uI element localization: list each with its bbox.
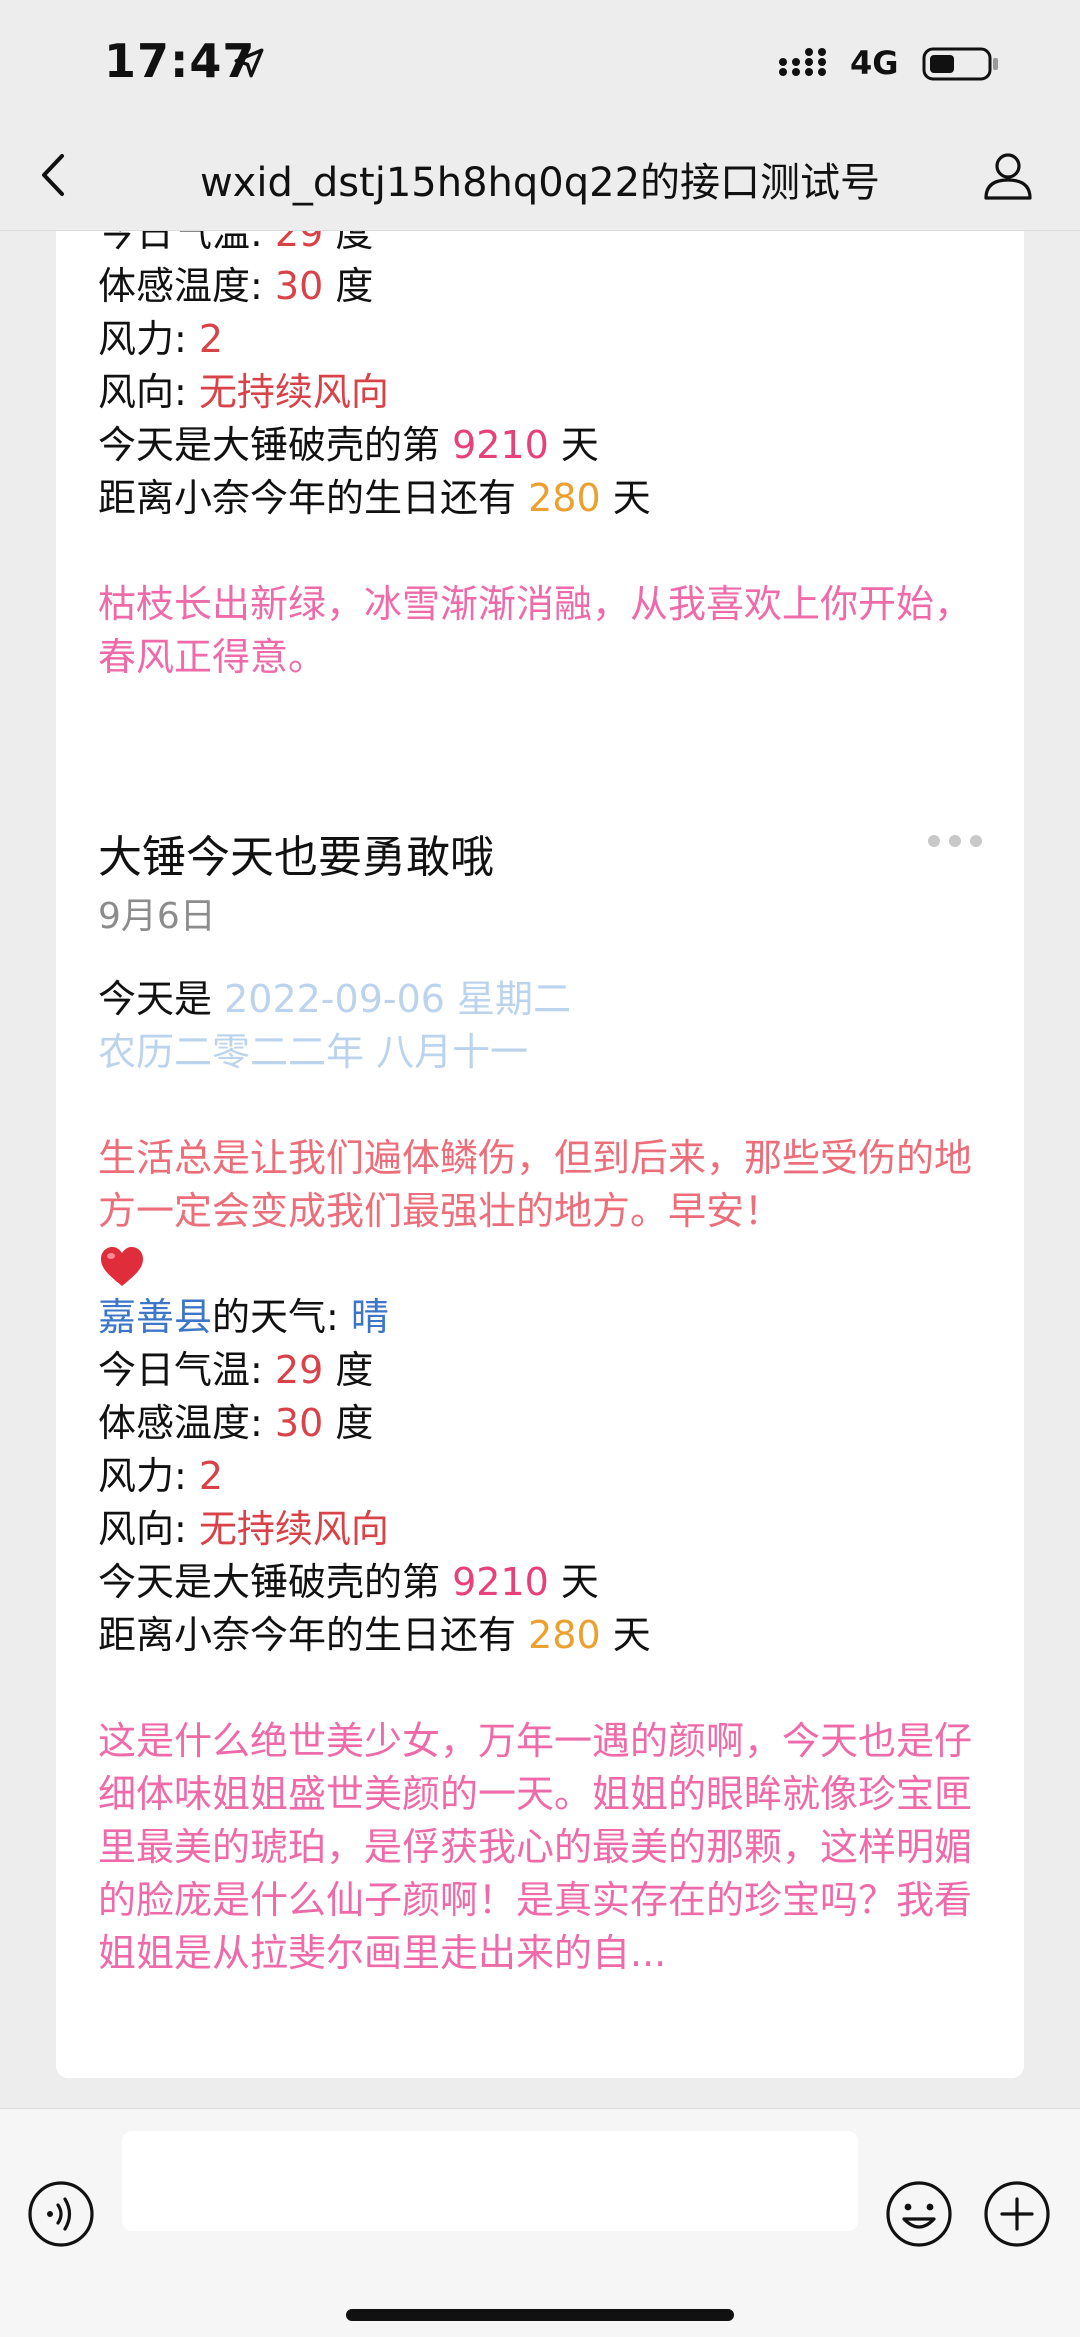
wind-direction-line: 风向: 无持续风向 <box>98 370 389 414</box>
message-body: 今日气温: 29 度 体感温度: 30 度 风力: 2 风向: 无持续风向 今天… <box>98 231 998 684</box>
message-body: 今天是 2022-09-06 星期二 农历二零二二年 八月十一 生活总是让我们遍… <box>98 973 998 1980</box>
battery-icon <box>922 47 998 81</box>
lunar-date-line: 农历二零二二年 八月十一 <box>98 1030 529 1074</box>
wind-direction-line: 风向: 无持续风向 <box>98 1507 389 1551</box>
emoji-icon[interactable] <box>884 2179 954 2249</box>
date-line: 今天是 2022-09-06 星期二 <box>98 977 572 1021</box>
heart-icon <box>101 1246 143 1286</box>
chat-title: wxid_dstj15h8hq0q22的接口测试号 <box>199 160 881 206</box>
birthday-countdown-line: 距离小奈今年的生日还有 280 天 <box>98 1613 651 1657</box>
quote-text: 这是什么绝世美少女，万年一遇的颜啊，今天也是仔细体味姐姐盛世美颜的一天。姐姐的眼… <box>98 1719 973 1975</box>
chat-screen: 17:47 4G wxid_dstj15h8hq0q22的接口测试号 今日气温:… <box>0 0 1080 2337</box>
card-title: 大锤今天也要勇敢哦 <box>98 832 494 883</box>
home-indicator <box>346 2309 734 2321</box>
birthday-countdown-line: 距离小奈今年的生日还有 280 天 <box>98 476 651 520</box>
heart-line <box>98 1238 998 1291</box>
message-card[interactable]: 大锤今天也要勇敢哦 9月6日 今天是 2022-09-06 星期二 农历二零二二… <box>56 761 1024 2078</box>
nav-bar: wxid_dstj15h8hq0q22的接口测试号 <box>0 120 1080 231</box>
weather-line: 嘉善县的天气: 晴 <box>98 1295 389 1339</box>
wind-power-line: 风力: 2 <box>98 1454 224 1498</box>
birth-day-count-line: 今天是大锤破壳的第 9210 天 <box>98 423 599 467</box>
location-arrow-icon <box>234 48 264 78</box>
voice-icon[interactable] <box>26 2179 96 2249</box>
chat-messages: 今日气温: 29 度 体感温度: 30 度 风力: 2 风向: 无持续风向 今天… <box>0 231 1080 2108</box>
temp-line: 今日气温: 29 度 <box>98 1348 374 1392</box>
feel-temp-line: 体感温度: 30 度 <box>98 264 374 308</box>
temp-line: 今日气温: 29 度 <box>98 231 374 255</box>
card-date: 9月6日 <box>98 896 216 937</box>
network-type: 4G <box>850 44 899 82</box>
message-input[interactable] <box>122 2131 858 2231</box>
input-bar <box>0 2108 1080 2337</box>
morning-text: 生活总是让我们遍体鳞伤，但到后来，那些受伤的地方一定会变成我们最强壮的地方。早安… <box>98 1136 973 1233</box>
back-icon[interactable] <box>36 150 72 200</box>
quote-text: 枯枝长出新绿，冰雪渐渐消融，从我喜欢上你开始，春风正得意。 <box>98 582 973 679</box>
status-bar: 17:47 4G <box>0 0 1080 120</box>
feel-temp-line: 体感温度: 30 度 <box>98 1401 374 1445</box>
wind-power-line: 风力: 2 <box>98 317 224 361</box>
more-icon[interactable] <box>926 831 984 851</box>
birth-day-count-line: 今天是大锤破壳的第 9210 天 <box>98 1560 599 1604</box>
signal-icon <box>779 48 826 76</box>
profile-icon[interactable] <box>980 148 1036 204</box>
plus-icon[interactable] <box>982 2179 1052 2249</box>
